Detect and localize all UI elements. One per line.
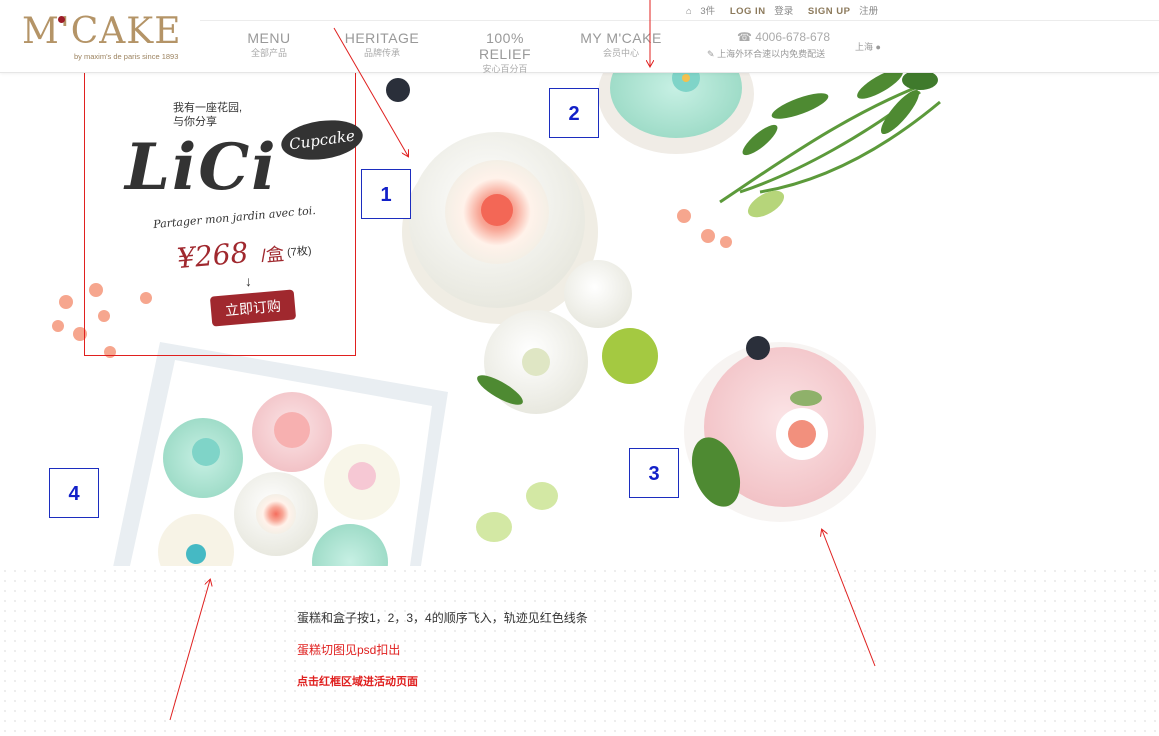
- logo-tagline: by maxim's de paris since 1893: [74, 52, 179, 61]
- phone-icon: ☎: [737, 30, 752, 44]
- promo-price: ¥268: [175, 235, 250, 276]
- nav-relief-sublabel: 安心百分百: [482, 64, 528, 74]
- nav-menu[interactable]: MENU 全部产品: [244, 30, 294, 60]
- order-now-button[interactable]: 立即订购: [209, 289, 297, 327]
- promo-unit: /盒: [260, 244, 285, 266]
- marker-1: 1: [361, 169, 411, 219]
- brand-logo[interactable]: M'CAKE by maxim's de paris since 1893: [22, 12, 182, 62]
- nav-my-mcake-sublabel: 会员中心: [602, 48, 639, 58]
- marker-2: 2: [549, 88, 599, 138]
- top-utility-bar: ⌂ 3件 LOG IN 登录 SIGN UP 注册: [686, 3, 890, 17]
- note-psd-cutout: 蛋糕切图见psd扣出: [297, 643, 401, 657]
- site-header: M'CAKE by maxim's de paris since 1893 ⌂ …: [0, 0, 1159, 76]
- pen-icon: ✎: [707, 49, 715, 59]
- city-selector[interactable]: 上海 ●: [855, 40, 881, 53]
- cart-link[interactable]: ⌂ 3件: [686, 6, 721, 17]
- delivery-info: ✎ 上海外环合速以内免费配送: [707, 47, 825, 60]
- nav-heritage[interactable]: HERITAGE 品牌传承: [342, 30, 422, 60]
- signup-en: SIGN UP: [807, 6, 851, 17]
- promo-count: (7枚): [286, 244, 313, 260]
- header-divider: [200, 20, 1159, 21]
- signup-link[interactable]: SIGN UP 注册: [808, 6, 884, 17]
- nav-heritage-sublabel: 品牌传承: [363, 48, 400, 58]
- nav-my-mcake[interactable]: MY M'CAKE 会员中心: [580, 30, 662, 60]
- nav-menu-label: MENU: [247, 30, 291, 46]
- promo-cupcake-badge: Cupcake: [278, 115, 366, 165]
- promo-product-name: LiCi: [125, 130, 278, 205]
- nav-heritage-label: HERITAGE: [344, 30, 420, 46]
- city-label: 上海: [855, 42, 874, 52]
- cupcake-mint-top: [598, 72, 754, 154]
- note-click-area: 点击红框区域进活动页面: [297, 676, 418, 688]
- login-cn: 登录: [774, 6, 794, 17]
- cart-count: 3件: [700, 6, 716, 17]
- login-link[interactable]: LOG IN 登录: [730, 6, 799, 17]
- promo-subtitle-line2: 与你分享: [173, 116, 217, 128]
- hotline: ☎ 4006-678-678: [737, 30, 830, 44]
- location-icon: ●: [875, 42, 881, 52]
- arrow-down-icon: ↓: [245, 273, 252, 289]
- login-en: LOG IN: [729, 6, 766, 17]
- green-petals: [476, 482, 558, 542]
- promo-subtitle-line1: 我有一座花园,: [173, 102, 243, 114]
- marker-4: 4: [49, 468, 99, 518]
- blueberry: [386, 78, 410, 102]
- delivery-text: 上海外环合速以内免费配送: [717, 49, 826, 59]
- signup-cn: 注册: [859, 6, 879, 17]
- nav-relief[interactable]: 100% RELIEF 安心百分百: [458, 30, 552, 76]
- promo-clickable-area[interactable]: 我有一座花园, 与你分享 Cupcake LiCi Partager mon j…: [84, 70, 366, 356]
- promo-french-tagline: Partager mon jardin avec toi.: [152, 203, 317, 232]
- promo-subtitle: 我有一座花园, 与你分享: [173, 101, 242, 129]
- basket-icon: ⌂: [686, 6, 692, 17]
- logo-text: M'CAKE: [22, 11, 182, 52]
- marker-3: 3: [629, 448, 679, 498]
- cupcake-pink-right: [684, 336, 876, 522]
- cupcake-box: [113, 342, 448, 566]
- logo-dot-icon: [58, 16, 65, 23]
- nav-my-mcake-label: MY M'CAKE: [580, 30, 662, 46]
- nav-menu-sublabel: 全部产品: [250, 48, 287, 58]
- phone-number: 4006-678-678: [755, 30, 831, 44]
- note-fly-in-order: 蛋糕和盒子按1，2，3，4的顺序飞入，轨迹见红色线条: [297, 611, 588, 625]
- nav-relief-label: 100% RELIEF: [478, 30, 531, 62]
- annotation-area: [0, 566, 1159, 736]
